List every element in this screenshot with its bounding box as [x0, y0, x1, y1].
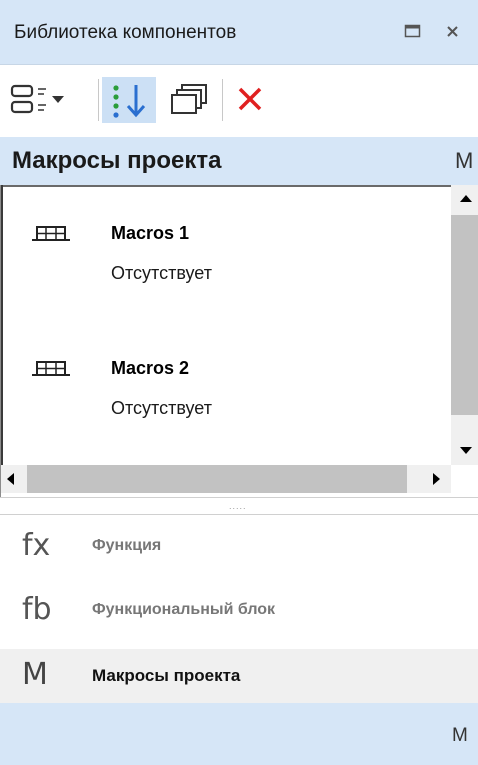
component-library-panel: Библиотека компонентов Макросы проекта M…: [0, 0, 478, 765]
scroll-right-icon[interactable]: [433, 473, 440, 485]
scroll-up-icon[interactable]: [460, 195, 472, 202]
function-block-icon: fb: [22, 592, 52, 627]
close-icon[interactable]: [444, 22, 462, 40]
category-function[interactable]: fx Функция: [0, 520, 478, 574]
category-label: Макросы проекта: [92, 666, 241, 685]
category-label: Функциональный блок: [92, 601, 276, 618]
delete-button[interactable]: [226, 77, 276, 123]
scrollbar-corner: [451, 465, 478, 493]
grip-dots: .....: [229, 501, 247, 511]
maximize-icon[interactable]: [404, 22, 422, 40]
splitter-handle[interactable]: .....: [0, 497, 478, 515]
title-bar: Библиотека компонентов: [0, 0, 478, 65]
scrollbar-thumb[interactable]: [27, 465, 407, 493]
toolbar: [0, 65, 478, 137]
section-title: Макросы проекта: [12, 147, 222, 174]
scroll-left-icon[interactable]: [7, 473, 14, 485]
window-title: Библиотека компонентов: [14, 22, 237, 43]
macro-description: Отсутствует: [111, 263, 212, 283]
section-letter: M: [455, 148, 474, 173]
copy-button[interactable]: [160, 77, 218, 123]
macro-icon: [31, 223, 71, 245]
category-project-macros[interactable]: M Макросы проекта: [0, 649, 478, 703]
stack-copy-icon: [171, 84, 207, 114]
view-mode-button[interactable]: [6, 77, 94, 123]
macro-description: Отсутствует: [111, 398, 212, 418]
list-view-icon: [10, 84, 64, 114]
collapsed-bar[interactable]: M: [0, 703, 478, 765]
category-function-block[interactable]: fb Функциональный блок: [0, 584, 478, 638]
macro-list: Macros 1 Отсутствует Macros 2 Отсутствуе…: [0, 185, 478, 497]
section-header: Макросы проекта M: [0, 137, 478, 185]
macro-name: Macros 1: [111, 223, 190, 243]
function-icon: fx: [22, 528, 51, 563]
horizontal-scrollbar[interactable]: [1, 465, 451, 493]
category-label: Функция: [92, 537, 162, 554]
list-border: [1, 185, 3, 465]
sort-button[interactable]: [102, 77, 156, 123]
vertical-scrollbar[interactable]: [451, 185, 478, 465]
scroll-down-icon[interactable]: [460, 447, 472, 454]
list-border: [1, 185, 451, 187]
close-red-icon: [238, 87, 262, 111]
collapsed-letter: M: [452, 725, 468, 746]
sort-icon: [113, 85, 146, 118]
scrollbar-thumb[interactable]: [451, 215, 478, 415]
macro-icon: [31, 358, 71, 380]
toolbar-separator: [222, 79, 223, 121]
toolbar-separator: [98, 79, 99, 121]
macro-name: Macros 2: [111, 358, 190, 378]
macros-icon: M: [22, 657, 48, 692]
